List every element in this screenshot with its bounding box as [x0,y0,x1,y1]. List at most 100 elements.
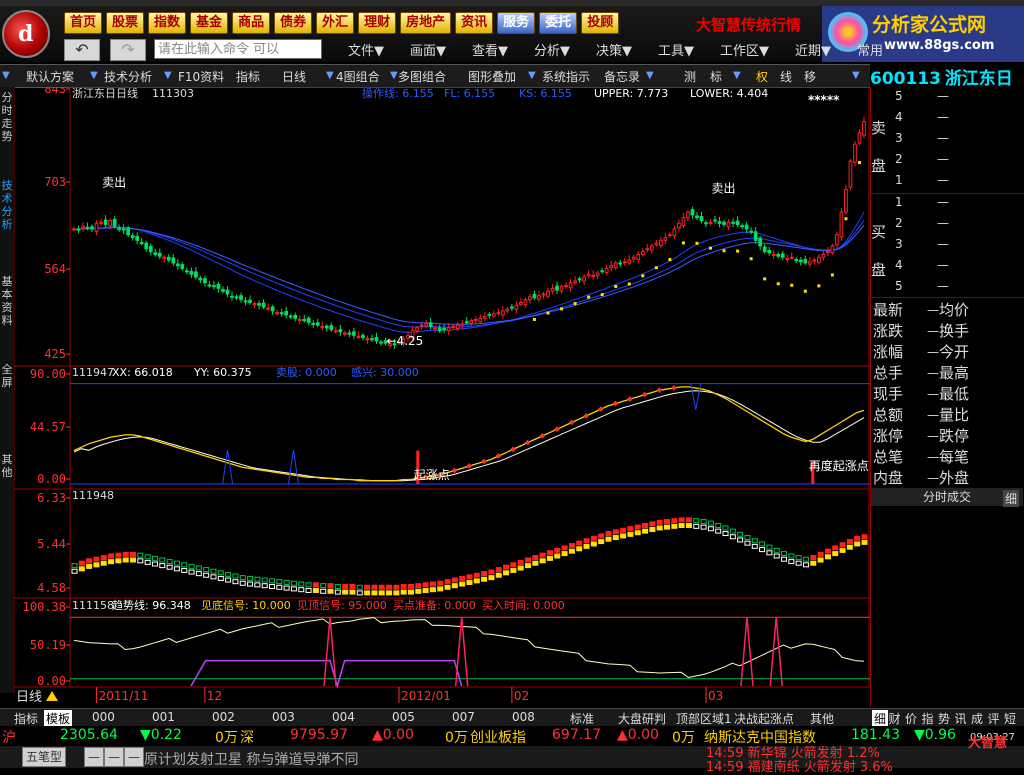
top-button-9[interactable]: 资讯 [455,12,494,34]
menu-item-4[interactable]: 决策▼ [596,44,632,59]
panel-tab-0[interactable]: 细 [872,710,889,727]
forward-arrow-icon[interactable]: ↷ [110,39,146,61]
bottom-tab-13[interactable]: 决战起涨点 [734,710,794,727]
band-dot [254,576,261,582]
panel-tab-4[interactable]: 势 [938,710,950,727]
left-tab-1[interactable]: 技术分析 [0,179,14,231]
toolbar-item-12[interactable]: 权 [756,68,768,85]
top-button-6[interactable]: 外汇 [316,12,355,34]
left-tab-3[interactable]: 全屏 [0,363,14,389]
toolbar-dropdown-icon-1[interactable]: ▼ [90,70,98,81]
panel-tab-3[interactable]: 指 [922,710,934,727]
news-item-2[interactable]: 14:59 福建南纸 火箭发射 3.6% [706,756,893,775]
top-button-10[interactable]: 服务 [497,12,536,34]
bottom-tab-0[interactable]: 指标 [14,710,38,727]
top-button-5[interactable]: 债券 [274,12,313,34]
panel-tab-6[interactable]: 成 [971,710,983,727]
bottom-tab-6[interactable]: 004 [332,710,355,724]
panel-tab-8[interactable]: 短 [1004,710,1016,727]
sys-button-1[interactable]: — [84,747,104,767]
bottom-tab-11[interactable]: 大盘研判 [618,710,666,727]
input-method-button[interactable]: 五笔型 [22,747,67,767]
sys-button-3[interactable]: — [124,747,144,767]
toolbar-item-14[interactable]: 移 [804,68,816,85]
top-button-1[interactable]: 股票 [106,12,145,34]
support-dot [654,266,658,270]
bottom-tab-9[interactable]: 008 [512,710,535,724]
bottom-tab-7[interactable]: 005 [392,710,415,724]
toolbar-item-9[interactable]: 备忘录 [604,68,640,85]
toolbar-dropdown-icon-7[interactable]: ▼ [733,70,741,81]
panel-tab-2[interactable]: 价 [905,710,917,727]
toolbar-dropdown-icon-5[interactable]: ▼ [528,70,536,81]
app-logo[interactable]: d [2,10,50,58]
band-dot [854,535,861,541]
sys-button-2[interactable]: — [104,747,124,767]
toolbar-item-13[interactable]: 线 [780,68,792,85]
toolbar-item-5[interactable]: 4图组合 [336,68,380,85]
top-button-0[interactable]: 首页 [64,12,103,34]
menu-item-1[interactable]: 画面▼ [410,44,446,59]
top-button-7[interactable]: 理财 [358,12,397,34]
tick-title[interactable]: 分时成交 [871,488,1023,506]
menu-item-3[interactable]: 分析▼ [534,44,570,59]
top-button-4[interactable]: 商品 [232,12,271,34]
menu-item-5[interactable]: 工具▼ [658,44,694,59]
band-dot [407,583,414,589]
candle [762,246,767,253]
rising-marker [524,439,531,446]
menu-item-7[interactable]: 近期▼ [795,44,831,59]
tick-btn[interactable]: 细 [1003,490,1020,507]
top-button-2[interactable]: 指数 [148,12,187,34]
left-tab-0[interactable]: 分时走势 [0,91,14,143]
toolbar-item-7[interactable]: 图形叠加 [468,68,516,85]
panel-tab-7[interactable]: 评 [988,710,1000,727]
command-input[interactable]: 请在此输入命令 可以 [154,39,322,59]
back-arrow-icon[interactable]: ↶ [64,39,100,61]
toolbar-item-1[interactable]: 技术分析 [104,68,152,85]
bottom-tab-14[interactable]: 其他 [810,710,834,727]
menu-item-0[interactable]: 文件▼ [348,44,384,59]
bottom-tab-10[interactable]: 标准 [570,710,594,727]
toolbar-dropdown-icon-8[interactable]: ▼ [852,70,860,81]
news-ticker[interactable]: 原计划发射卫星 称与弹道导弹不同 [144,749,358,769]
bottom-tab-8[interactable]: 007 [452,710,475,724]
panel-tab-1[interactable]: 财 [889,710,901,727]
toolbar-item-6[interactable]: 多图组合 [398,68,446,85]
band-dot [247,575,254,581]
toolbar-item-11[interactable]: 标 [710,68,722,85]
toolbar-dropdown-icon-0[interactable]: ▼ [2,70,10,81]
toolbar-item-8[interactable]: 系统指示 [542,68,590,85]
menu-item-6[interactable]: 工作区▼ [720,44,769,59]
left-tab-2[interactable]: 基本资料 [0,275,14,327]
bottom-tab-1[interactable]: 模板 [44,710,73,727]
toolbar-dropdown-icon-4[interactable]: ▼ [390,70,398,81]
bottom-tab-3[interactable]: 001 [152,710,175,724]
toolbar-item-2[interactable]: F10资料 [178,68,224,85]
bottom-tab-4[interactable]: 002 [212,710,235,724]
candle [437,327,442,332]
quote-row: 内盘 外盘 — [873,467,1023,488]
toolbar-dropdown-icon-6[interactable]: ▼ [646,70,654,81]
toolbar-item-4[interactable]: 日线 [282,68,306,85]
band-dot [510,562,517,568]
toolbar-item-10[interactable]: 测 [684,68,696,85]
panel-tab-5[interactable]: 讯 [955,710,967,727]
toolbar-dropdown-icon-2[interactable]: ▼ [164,70,172,81]
band-dot-inner [744,540,751,546]
chart-area[interactable]: 843 703 564 425 90.00 44.57 0.00 6.33 5.44 4.58 10… [14,87,870,707]
toolbar-item-0[interactable]: 默认方案 [26,68,74,85]
bottom-tab-12[interactable]: 顶部区域1 [676,710,732,727]
top-button-8[interactable]: 房地产 [400,12,452,34]
x-tick-label: 2012/01 [401,689,451,703]
bottom-tab-5[interactable]: 003 [272,710,295,724]
toolbar-dropdown-icon-3[interactable]: ▼ [326,70,334,81]
top-button-11[interactable]: 委托 [539,12,578,34]
menu-item-2[interactable]: 查看▼ [472,44,508,59]
left-tab-4[interactable]: 其他 [0,453,14,479]
bottom-tab-2[interactable]: 000 [92,710,115,724]
menu-item-8[interactable]: 常用 [857,44,883,59]
top-button-12[interactable]: 投顾 [581,12,620,34]
toolbar-item-3[interactable]: 指标 [236,68,260,85]
top-button-3[interactable]: 基金 [190,12,229,34]
